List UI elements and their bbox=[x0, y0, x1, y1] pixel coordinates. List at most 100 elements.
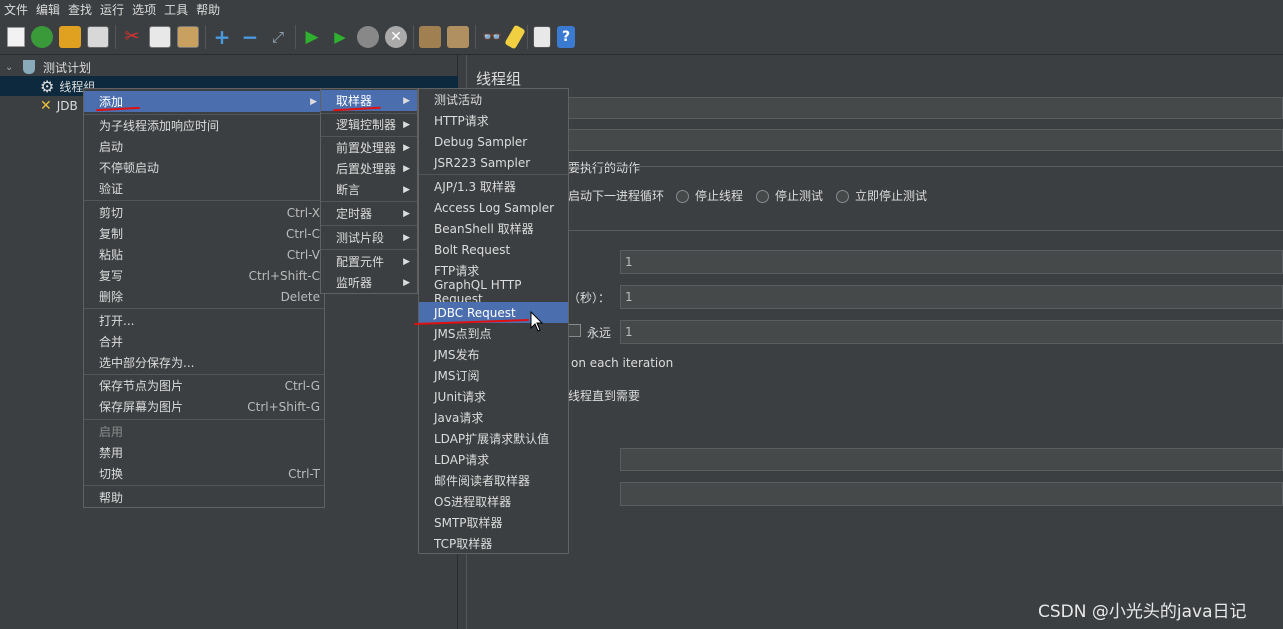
menu-item-disable[interactable]: 禁用 bbox=[84, 442, 324, 463]
menu-item-cut[interactable]: 剪切 Ctrl-X bbox=[84, 202, 324, 223]
toggle-icon[interactable]: ⤢ bbox=[267, 26, 289, 48]
submenu-item-test-fragment[interactable]: 测试片段 ▶ bbox=[321, 227, 417, 248]
menu-edit[interactable]: 编辑 bbox=[36, 1, 60, 18]
sampler-item-jms-p2p[interactable]: JMS点到点 bbox=[419, 323, 568, 344]
sampler-item-ldap[interactable]: LDAP请求 bbox=[419, 449, 568, 470]
submenu-item-listener[interactable]: 监听器 ▶ bbox=[321, 272, 417, 293]
paste-icon[interactable] bbox=[177, 25, 199, 48]
menu-item-add-response-time[interactable]: 为子线程添加响应时间 bbox=[84, 115, 324, 136]
sampler-item-java[interactable]: Java请求 bbox=[419, 407, 568, 428]
menu-item-save-node-image[interactable]: 保存节点为图片 Ctrl-G bbox=[84, 375, 324, 396]
sampler-item-debug[interactable]: Debug Sampler bbox=[419, 131, 568, 152]
menu-run[interactable]: 运行 bbox=[100, 1, 124, 18]
menu-item-label: 切换 bbox=[99, 467, 124, 481]
function-helper-icon[interactable] bbox=[533, 25, 551, 48]
search-icon[interactable]: 👓 bbox=[481, 26, 503, 48]
menu-item-help[interactable]: 帮助 bbox=[84, 487, 324, 508]
sampler-item-jms-publish[interactable]: JMS发布 bbox=[419, 344, 568, 365]
start-icon[interactable]: ▶ bbox=[301, 26, 323, 48]
radio-stop-test[interactable]: 停止测试 bbox=[756, 187, 823, 204]
menu-item-toggle[interactable]: 切换 Ctrl-T bbox=[84, 463, 324, 484]
reset-search-icon[interactable] bbox=[504, 23, 526, 50]
radio-button[interactable] bbox=[836, 190, 849, 203]
help-icon[interactable]: ? bbox=[557, 25, 575, 48]
sampler-item-test-action[interactable]: 测试活动 bbox=[419, 89, 568, 110]
menu-item-save-screen-image[interactable]: 保存屏幕为图片 Ctrl+Shift-G bbox=[84, 396, 324, 417]
menu-item-validate[interactable]: 验证 bbox=[84, 178, 324, 199]
sampler-item-ldap-ext[interactable]: LDAP扩展请求默认值 bbox=[419, 428, 568, 449]
startup-delay-field[interactable] bbox=[620, 482, 1283, 506]
menu-item-copy[interactable]: 复制 Ctrl-C bbox=[84, 223, 324, 244]
submenu-item-logic-controller[interactable]: 逻辑控制器 ▶ bbox=[321, 114, 417, 135]
submenu-item-timer[interactable]: 定时器 ▶ bbox=[321, 203, 417, 224]
tree-node-test-plan[interactable]: ⌄ 测试计划 bbox=[5, 57, 91, 77]
forever-checkbox[interactable] bbox=[568, 324, 581, 337]
sampler-item-access-log[interactable]: Access Log Sampler bbox=[419, 197, 568, 218]
chevron-down-icon[interactable]: ⌄ bbox=[5, 62, 21, 73]
radio-stop-now[interactable]: 立即停止测试 bbox=[836, 187, 927, 204]
start-no-timers-icon[interactable]: ▶ bbox=[329, 26, 351, 48]
radio-next-loop-label[interactable]: 启动下一进程循环 bbox=[568, 187, 664, 204]
toolbar-separator bbox=[295, 24, 296, 49]
copy-icon[interactable] bbox=[149, 25, 171, 48]
sampler-item-tcp[interactable]: TCP取样器 bbox=[419, 533, 568, 554]
menu-item-start[interactable]: 启动 bbox=[84, 136, 324, 157]
radio-button[interactable] bbox=[676, 190, 689, 203]
menu-item-duplicate[interactable]: 复写 Ctrl+Shift-C bbox=[84, 265, 324, 286]
sampler-item-label: 邮件阅读者取样器 bbox=[434, 474, 531, 488]
stop-icon[interactable] bbox=[357, 25, 379, 48]
submenu-item-pre-processor[interactable]: 前置处理器 ▶ bbox=[321, 137, 417, 158]
sampler-item-beanshell[interactable]: BeanShell 取样器 bbox=[419, 218, 568, 239]
chevron-right-icon: ▶ bbox=[403, 256, 410, 267]
submenu-item-label: 监听器 bbox=[336, 276, 373, 290]
name-field[interactable] bbox=[568, 97, 1283, 119]
collapse-icon[interactable]: − bbox=[239, 25, 261, 49]
open-icon[interactable] bbox=[59, 25, 81, 48]
submenu-item-post-processor[interactable]: 后置处理器 ▶ bbox=[321, 158, 417, 179]
sampler-item-http[interactable]: HTTP请求 bbox=[419, 110, 568, 131]
submenu-item-config-element[interactable]: 配置元件 ▶ bbox=[321, 251, 417, 272]
comment-field[interactable] bbox=[568, 129, 1283, 151]
forever-label: 永远 bbox=[587, 326, 612, 340]
expand-icon[interactable]: + bbox=[211, 25, 233, 49]
sampler-item-ajp[interactable]: AJP/1.3 取样器 bbox=[419, 176, 568, 197]
sampler-item-mail-reader[interactable]: 邮件阅读者取样器 bbox=[419, 470, 568, 491]
menu-file[interactable]: 文件 bbox=[4, 1, 28, 18]
sampler-item-bolt[interactable]: Bolt Request bbox=[419, 239, 568, 260]
rampup-field[interactable]: 1 bbox=[620, 285, 1283, 309]
menu-item-paste[interactable]: 粘贴 Ctrl-V bbox=[84, 244, 324, 265]
menu-item-start-no-pause[interactable]: 不停顿启动 bbox=[84, 157, 324, 178]
new-icon[interactable] bbox=[7, 26, 25, 47]
menu-item-delete[interactable]: 删除 Delete bbox=[84, 286, 324, 307]
menu-item-save-selection[interactable]: 选中部分保存为... bbox=[84, 352, 324, 373]
cut-icon[interactable]: ✂ bbox=[121, 26, 143, 48]
sampler-item-os-process[interactable]: OS进程取样器 bbox=[419, 491, 568, 512]
clear-icon[interactable] bbox=[419, 25, 441, 48]
shutdown-icon[interactable]: ✕ bbox=[385, 25, 407, 48]
menu-search[interactable]: 查找 bbox=[68, 1, 92, 18]
clear-all-icon[interactable] bbox=[447, 25, 469, 48]
submenu-item-assertion[interactable]: 断言 ▶ bbox=[321, 179, 417, 200]
sampler-item-jms-subscribe[interactable]: JMS订阅 bbox=[419, 365, 568, 386]
save-icon[interactable] bbox=[87, 25, 109, 48]
threads-field[interactable]: 1 bbox=[620, 250, 1283, 274]
radio-button[interactable] bbox=[756, 190, 769, 203]
menu-item-open[interactable]: 打开... bbox=[84, 310, 324, 331]
shortcut-label: Ctrl+Shift-G bbox=[247, 399, 320, 414]
menu-options[interactable]: 选项 bbox=[132, 1, 156, 18]
menu-item-merge[interactable]: 合并 bbox=[84, 331, 324, 352]
sampler-item-graphql[interactable]: GraphQL HTTP Request bbox=[419, 278, 568, 306]
menu-separator bbox=[84, 419, 324, 420]
loop-count-field[interactable]: 1 bbox=[620, 320, 1283, 344]
menu-item-label: 剪切 bbox=[99, 206, 124, 220]
templates-icon[interactable] bbox=[31, 25, 53, 48]
menu-tools[interactable]: 工具 bbox=[164, 1, 188, 18]
radio-stop-thread[interactable]: 停止线程 bbox=[676, 187, 743, 204]
duration-field[interactable] bbox=[620, 448, 1283, 471]
sampler-item-junit[interactable]: JUnit请求 bbox=[419, 386, 568, 407]
menu-help[interactable]: 帮助 bbox=[196, 1, 220, 18]
sampler-item-smtp[interactable]: SMTP取样器 bbox=[419, 512, 568, 533]
sampler-item-jsr223[interactable]: JSR223 Sampler bbox=[419, 152, 568, 173]
tree-node-jdbc[interactable]: ✕ JDB bbox=[40, 96, 78, 116]
menu-item-label: 保存屏幕为图片 bbox=[99, 400, 184, 414]
